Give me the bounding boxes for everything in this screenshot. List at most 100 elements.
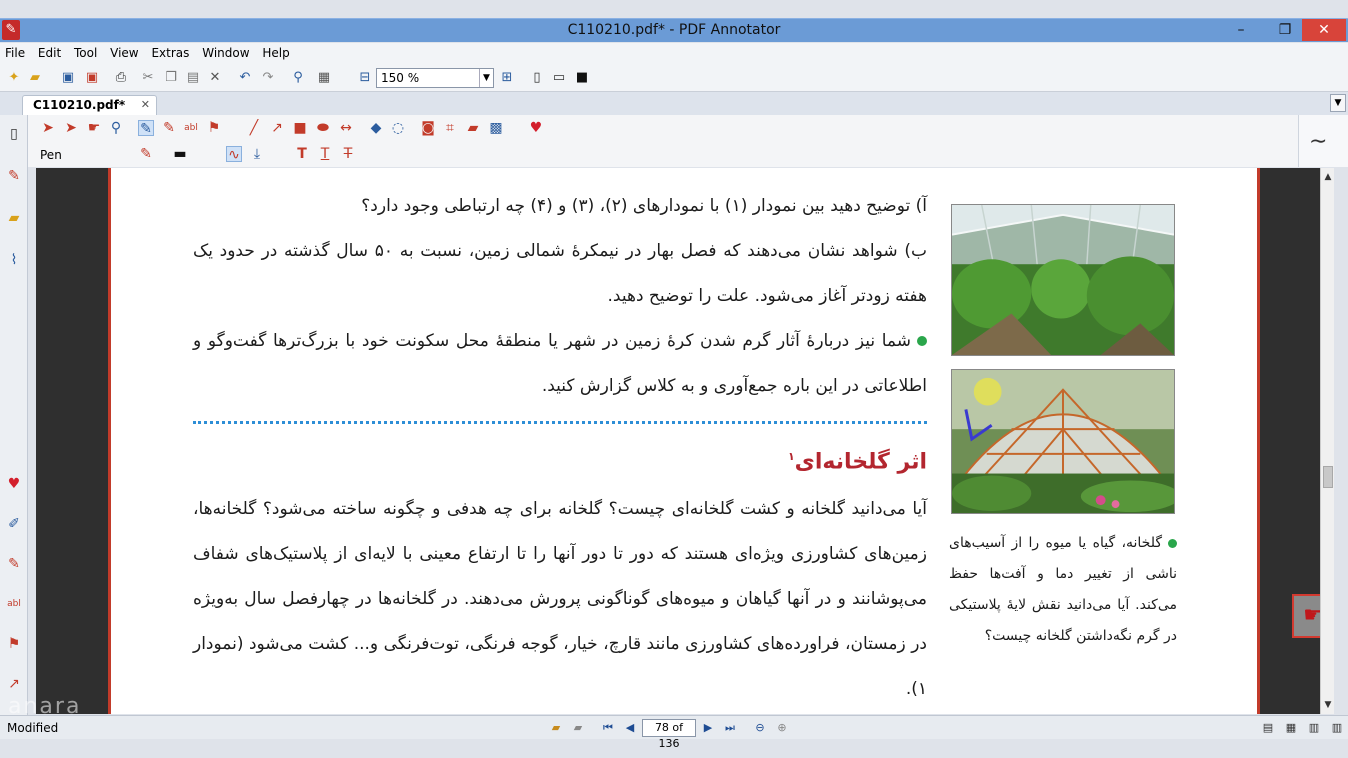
two-page-view-icon[interactable]: ▥ <box>1306 720 1322 736</box>
next-page-icon[interactable]: ▶ <box>700 720 716 736</box>
single-page-view-icon[interactable]: ▤ <box>1260 720 1276 736</box>
zoom-tool-icon[interactable]: ⚲ <box>108 120 124 136</box>
attachment-icon[interactable]: ⌇ <box>5 251 23 269</box>
menu-edit[interactable]: Edit <box>33 43 65 60</box>
copy-icon[interactable]: ❐ <box>163 70 179 86</box>
last-page-icon[interactable]: ⏭ <box>722 720 738 736</box>
marker-icon[interactable]: ✐ <box>5 515 23 533</box>
previous-view-folder-icon[interactable]: ▰ <box>548 720 564 736</box>
hand-pan-icon[interactable]: ☛ <box>86 120 102 136</box>
save-icon[interactable]: ▣ <box>60 70 76 86</box>
pen-color-icon[interactable]: ✎ <box>138 146 154 162</box>
favorites-heart-icon[interactable]: ♥ <box>5 475 23 493</box>
rectangle-tool-icon[interactable]: ■ <box>292 120 308 136</box>
cut-icon[interactable]: ✂ <box>140 70 156 86</box>
forward-icon[interactable]: ⊕ <box>774 720 790 736</box>
document-view[interactable]: آ) توضیح دهید بین نمودار (۱) با نمودارها… <box>36 168 1334 714</box>
stamp-icon[interactable]: ⚑ <box>5 635 23 653</box>
lasso-icon[interactable]: ◌ <box>390 120 406 136</box>
highlighter-tool-icon[interactable]: ✎ <box>161 120 177 136</box>
find-binoculars-icon[interactable]: ⚲ <box>290 70 306 86</box>
text-underline-icon[interactable]: T <box>317 146 333 162</box>
paste-icon[interactable]: ▤ <box>185 70 201 86</box>
continuous-view-icon[interactable]: ▦ <box>1283 720 1299 736</box>
menu-window[interactable]: Window <box>197 43 253 60</box>
new-document-icon[interactable]: ✦ <box>6 70 22 86</box>
scroll-thumb[interactable] <box>1323 466 1333 488</box>
back-icon[interactable]: ⊖ <box>752 720 768 736</box>
menu-view[interactable]: View <box>105 43 142 60</box>
line-width-icon[interactable]: ▬ <box>172 146 188 162</box>
scroll-down-icon[interactable]: ▼ <box>1321 698 1335 712</box>
fit-width-icon[interactable]: ▭ <box>551 70 567 86</box>
camera-icon[interactable]: ◙ <box>420 120 436 136</box>
fit-page-icon[interactable]: ▯ <box>529 70 545 86</box>
section-heading: اثر گلخانه‌ای۱ <box>193 432 927 487</box>
next-view-folder-icon[interactable]: ▰ <box>570 720 586 736</box>
zoom-in-icon[interactable]: ⊞ <box>499 70 515 86</box>
text-bold-icon[interactable]: T <box>294 146 310 162</box>
print-icon[interactable]: ⎙ <box>113 70 129 86</box>
line-tool-icon[interactable]: ╱ <box>246 120 262 136</box>
caption-bullet-icon <box>1168 538 1177 548</box>
first-page-icon[interactable]: ⏮ <box>600 720 616 736</box>
page-number-field[interactable]: 78 of 136 <box>642 719 696 750</box>
text-tool-icon[interactable]: abl <box>183 120 199 136</box>
page-setup-icon[interactable]: ▦ <box>316 70 332 86</box>
redo-icon[interactable]: ↷ <box>260 70 276 86</box>
close-button[interactable]: ✕ <box>1302 19 1346 41</box>
activity-paragraph: شما نیز دربارهٔ آثار گرم شدن کرهٔ زمین د… <box>193 319 927 409</box>
smooth-stroke-icon[interactable]: ∿ <box>226 146 242 163</box>
eraser-icon[interactable]: ◆ <box>368 120 384 136</box>
menu-tool[interactable]: Tool <box>69 43 101 60</box>
menu-file[interactable]: File <box>0 43 29 60</box>
save-as-icon[interactable]: ▣ <box>84 70 100 86</box>
highlighter-icon[interactable]: ✎ <box>5 555 23 573</box>
greenhouse-photo-interior <box>951 204 1175 356</box>
tool-options-row: Pen ✎ ▬ ∿ ⤓ T T T <box>28 142 1298 166</box>
fullscreen-icon[interactable]: ■ <box>574 70 590 86</box>
tab-list-dropdown[interactable]: ▼ <box>1330 94 1346 112</box>
activity-text: شما نیز دربارهٔ آثار گرم شدن کرهٔ زمین د… <box>193 331 927 396</box>
ruler-icon[interactable]: ▰ <box>465 120 481 136</box>
status-bar: Modified ▰ ▰ ⏮ ◀ 78 of 136 ▶ ⏭ ⊖ ⊕ ▤ ▦ ▥… <box>0 715 1348 750</box>
arrow-tool-icon[interactable]: ↗ <box>5 675 23 693</box>
text-box-icon[interactable]: abl <box>5 595 23 613</box>
arrow-line-icon[interactable]: ↗ <box>269 120 285 136</box>
page-thumbnail-icon[interactable]: ▯ <box>5 125 23 143</box>
scroll-up-icon[interactable]: ▲ <box>1321 170 1335 184</box>
two-page-continuous-view-icon[interactable]: ▥ <box>1329 720 1345 736</box>
maximize-button[interactable]: ❐ <box>1270 19 1300 41</box>
tab-close-icon[interactable]: ✕ <box>141 98 150 111</box>
zoom-select[interactable]: 150 % ▼ <box>376 68 494 88</box>
greenhouse-photo-dome <box>951 369 1175 514</box>
pressure-icon[interactable]: ⤓ <box>249 146 265 162</box>
pen-tool-icon[interactable]: ✎ <box>5 167 23 185</box>
previous-page-icon[interactable]: ◀ <box>622 720 638 736</box>
main-toolbar: ✦ ▰ ▣ ▣ ⎙ ✂ ❐ ▤ ✕ ↶ ↷ ⚲ ▦ ⊟ 150 % ▼ ⊞ ▯ … <box>0 65 1348 92</box>
insert-image-icon[interactable]: ▩ <box>488 120 504 136</box>
stamp-tool-icon[interactable]: ⚑ <box>206 120 222 136</box>
favorite-tools-heart-icon[interactable]: ♥ <box>528 120 544 136</box>
measure-tool-icon[interactable]: ↔ <box>338 120 354 136</box>
annotation-toolbar: ➤ ➤ ☛ ⚲ ✎ ✎ abl ⚑ ╱ ↗ ■ ⬬ ↔ ◆ ◌ ◙ ⌗ ▰ ▩ … <box>28 115 1298 167</box>
open-folder-icon[interactable]: ▰ <box>27 70 43 86</box>
crop-icon[interactable]: ⌗ <box>442 120 458 136</box>
text-strikeout-icon[interactable]: T <box>340 146 356 162</box>
undo-icon[interactable]: ↶ <box>237 70 253 86</box>
pdf-page[interactable]: آ) توضیح دهید بین نمودار (۱) با نمودارها… <box>108 168 1260 714</box>
menu-extras[interactable]: Extras <box>146 43 193 60</box>
chevron-down-icon[interactable]: ▼ <box>479 69 493 87</box>
menu-help[interactable]: Help <box>257 43 293 60</box>
delete-icon[interactable]: ✕ <box>207 70 223 86</box>
select-arrow-icon[interactable]: ➤ <box>40 120 56 136</box>
minimize-button[interactable]: – <box>1226 19 1256 41</box>
caption-text: گلخانه، گیاه یا میوه را از آسیب‌های ناشی… <box>949 535 1177 644</box>
folder-icon[interactable]: ▰ <box>5 209 23 227</box>
zoom-out-icon[interactable]: ⊟ <box>357 70 373 86</box>
ellipse-tool-icon[interactable]: ⬬ <box>315 120 331 136</box>
select-text-icon[interactable]: ➤ <box>63 120 79 136</box>
vertical-scrollbar[interactable]: ▲ ▼ <box>1320 168 1334 714</box>
pen-active-icon[interactable]: ✎ <box>138 120 154 137</box>
tab-document[interactable]: C110210.pdf* ✕ <box>22 95 157 115</box>
